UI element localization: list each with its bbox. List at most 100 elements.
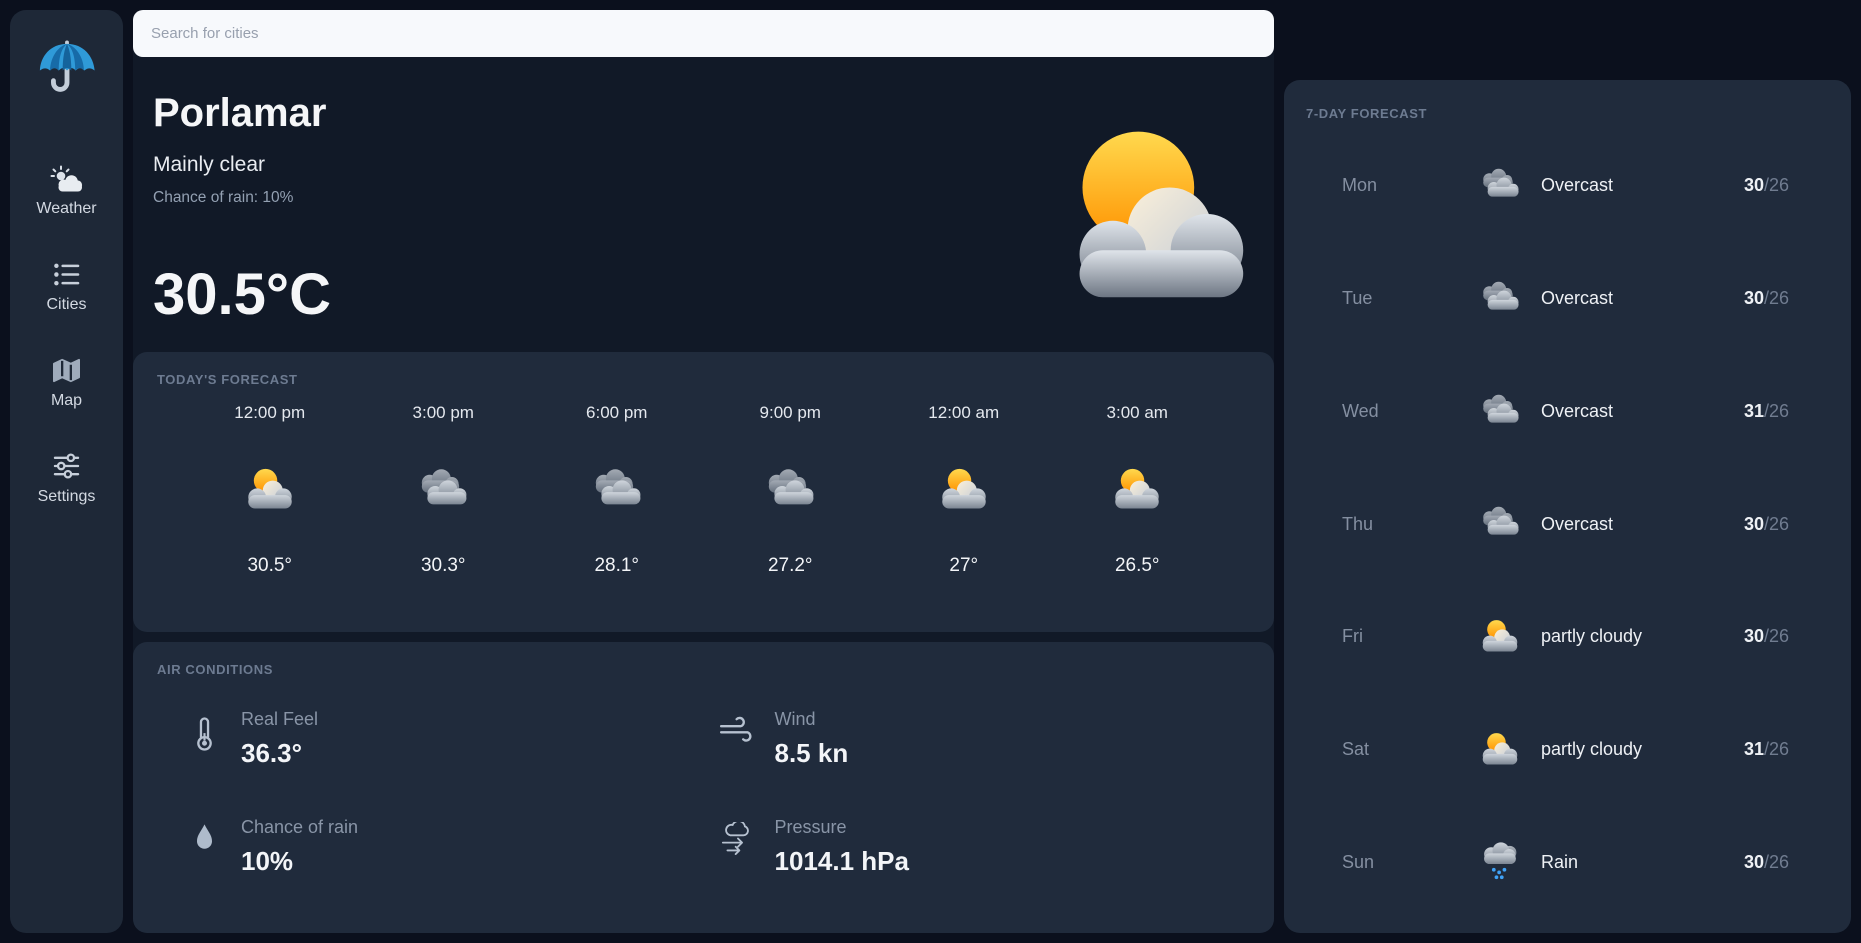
day-high: 30: [1744, 852, 1764, 872]
hour-time: 3:00 am: [1107, 403, 1168, 423]
day-row: Mon Overcast 30/26: [1342, 129, 1789, 242]
overcast-icon: [761, 461, 819, 519]
settings-icon: [52, 452, 81, 480]
sidebar-item-cities[interactable]: Cities: [46, 260, 86, 314]
day-low: /26: [1764, 852, 1789, 872]
air-condition-item: Wind 8.5 kn: [717, 709, 1251, 769]
day-high: 31: [1744, 739, 1764, 759]
hour-cell: 3:00 pm 30.3°: [357, 403, 531, 577]
hour-time: 6:00 pm: [586, 403, 647, 423]
air-condition-item: Real Feel 36.3°: [183, 709, 717, 769]
day-low: /26: [1764, 288, 1789, 308]
sidebar-nav: Weather Cities Map Settings: [36, 164, 96, 506]
day-low: /26: [1764, 175, 1789, 195]
air-condition-item: Pressure 1014.1 hPa: [717, 817, 1251, 877]
day-condition: Rain: [1529, 852, 1744, 873]
day-temps: 30/26: [1744, 626, 1789, 647]
weather-icon: [50, 164, 84, 192]
day-condition: Overcast: [1529, 288, 1744, 309]
day-condition: partly cloudy: [1529, 739, 1744, 760]
day-name: Wed: [1342, 401, 1477, 422]
hour-time: 9:00 pm: [760, 403, 821, 423]
sidebar-item-label: Cities: [46, 296, 86, 314]
day-row: Sat partly cloudy 31/26: [1342, 693, 1789, 806]
day-name: Thu: [1342, 514, 1477, 535]
search-input[interactable]: [133, 10, 1274, 57]
air-conditions-title: AIR CONDITIONS: [157, 662, 1250, 677]
hour-temp: 28.1°: [594, 555, 639, 577]
today-forecast-card: TODAY'S FORECAST 12:00 pm 30.5° 3:00 pm …: [133, 352, 1274, 632]
sidebar-item-weather[interactable]: Weather: [36, 164, 96, 218]
day-row: Sun Rain 30/26: [1342, 806, 1789, 919]
partly-cloudy-icon: [1477, 730, 1529, 769]
air-condition-value: 1014.1 hPa: [775, 846, 909, 877]
hour-cell: 6:00 pm 28.1°: [530, 403, 704, 577]
umbrella-icon[interactable]: [36, 40, 98, 104]
map-icon: [51, 356, 82, 384]
day-condition: Overcast: [1529, 514, 1744, 535]
sidebar-item-map[interactable]: Map: [51, 356, 82, 410]
week-forecast-panel: 7-DAY FORECAST Mon Overcast 30/26 Tue Ov…: [1284, 80, 1851, 933]
day-low: /26: [1764, 626, 1789, 646]
hour-cell: 12:00 pm 30.5°: [183, 403, 357, 577]
air-conditions-card: AIR CONDITIONS Real Feel 36.3° Wind 8.5 …: [133, 642, 1274, 933]
air-conditions-grid: Real Feel 36.3° Wind 8.5 kn Chance of ra…: [157, 709, 1250, 877]
weather-app: Weather Cities Map Settings Porlamar Mai…: [0, 0, 1861, 943]
day-low: /26: [1764, 739, 1789, 759]
overcast-icon: [1477, 393, 1529, 430]
air-condition-label: Real Feel: [241, 709, 318, 730]
day-name: Sun: [1342, 852, 1477, 873]
partly-cloudy-icon: [1477, 617, 1529, 656]
pressure-icon: [717, 817, 759, 855]
day-temps: 30/26: [1744, 852, 1789, 873]
day-name: Mon: [1342, 175, 1477, 196]
day-row: Fri partly cloudy 30/26: [1342, 580, 1789, 693]
today-forecast-title: TODAY'S FORECAST: [157, 372, 1250, 387]
hourly-forecast-list: 12:00 pm 30.5° 3:00 pm 30.3° 6:00 pm 28.…: [157, 403, 1250, 577]
day-temps: 30/26: [1744, 175, 1789, 196]
day-name: Sat: [1342, 739, 1477, 760]
day-temps: 30/26: [1744, 288, 1789, 309]
hour-time: 12:00 pm: [234, 403, 305, 423]
sidebar-item-label: Settings: [38, 488, 96, 506]
sidebar-item-settings[interactable]: Settings: [38, 452, 96, 506]
day-low: /26: [1764, 401, 1789, 421]
sidebar-item-label: Weather: [36, 200, 96, 218]
thermometer-icon: [183, 709, 225, 754]
hour-temp: 27.2°: [768, 555, 813, 577]
sidebar: Weather Cities Map Settings: [10, 10, 123, 933]
air-condition-label: Pressure: [775, 817, 909, 838]
hour-temp: 30.3°: [421, 555, 466, 577]
day-condition: Overcast: [1529, 401, 1744, 422]
air-condition-value: 8.5 kn: [775, 738, 849, 769]
hour-cell: 12:00 am 27°: [877, 403, 1051, 577]
day-name: Tue: [1342, 288, 1477, 309]
air-condition-value: 36.3°: [241, 738, 318, 769]
hour-temp: 30.5°: [247, 555, 292, 577]
partly-cloudy-icon: [241, 461, 299, 519]
day-high: 30: [1744, 288, 1764, 308]
week-forecast-title: 7-DAY FORECAST: [1284, 106, 1851, 121]
day-row: Wed Overcast 31/26: [1342, 355, 1789, 468]
day-row: Tue Overcast 30/26: [1342, 242, 1789, 355]
sidebar-item-label: Map: [51, 392, 82, 410]
hour-time: 12:00 am: [928, 403, 999, 423]
day-low: /26: [1764, 514, 1789, 534]
hour-temp: 26.5°: [1115, 555, 1160, 577]
sun-cloud-icon: [1052, 113, 1258, 309]
rain-icon: [1477, 841, 1529, 883]
cities-icon: [52, 260, 81, 288]
day-condition: Overcast: [1529, 175, 1744, 196]
day-temps: 31/26: [1744, 739, 1789, 760]
hour-time: 3:00 pm: [413, 403, 474, 423]
overcast-icon: [588, 461, 646, 519]
air-condition-label: Chance of rain: [241, 817, 358, 838]
day-high: 31: [1744, 401, 1764, 421]
day-high: 30: [1744, 514, 1764, 534]
hour-cell: 9:00 pm 27.2°: [704, 403, 878, 577]
air-condition-item: Chance of rain 10%: [183, 817, 717, 877]
overcast-icon: [1477, 505, 1529, 542]
hour-cell: 3:00 am 26.5°: [1051, 403, 1225, 577]
hour-temp: 27°: [949, 555, 978, 577]
overcast-icon: [1477, 167, 1529, 204]
